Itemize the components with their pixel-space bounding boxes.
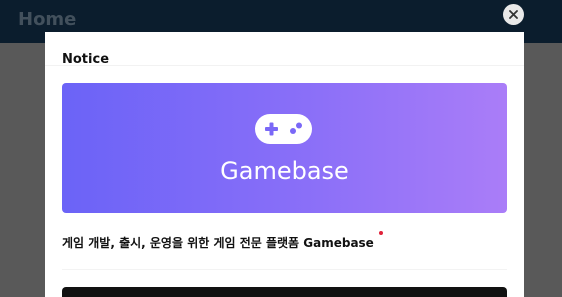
notification-dot — [379, 231, 383, 235]
notice-caption: 게임 개발, 출시, 운영을 위한 게임 전문 플랫폼 Gamebase — [62, 236, 374, 250]
notice-modal: Notice Gamebase 게임 개발, 출시, 운영을 위한 게임 전문 … — [45, 32, 524, 297]
gamepad-icon — [255, 114, 312, 144]
close-button[interactable] — [503, 4, 524, 25]
close-icon — [509, 10, 518, 19]
divider — [62, 269, 507, 270]
page-title: Home — [18, 9, 77, 30]
banner-title: Gamebase — [220, 157, 349, 185]
modal-title: Notice — [62, 52, 110, 67]
notice-banner-image[interactable]: Gamebase — [62, 83, 507, 213]
modal-header: Notice — [45, 32, 524, 67]
notice-item-2-image[interactable] — [62, 287, 507, 297]
